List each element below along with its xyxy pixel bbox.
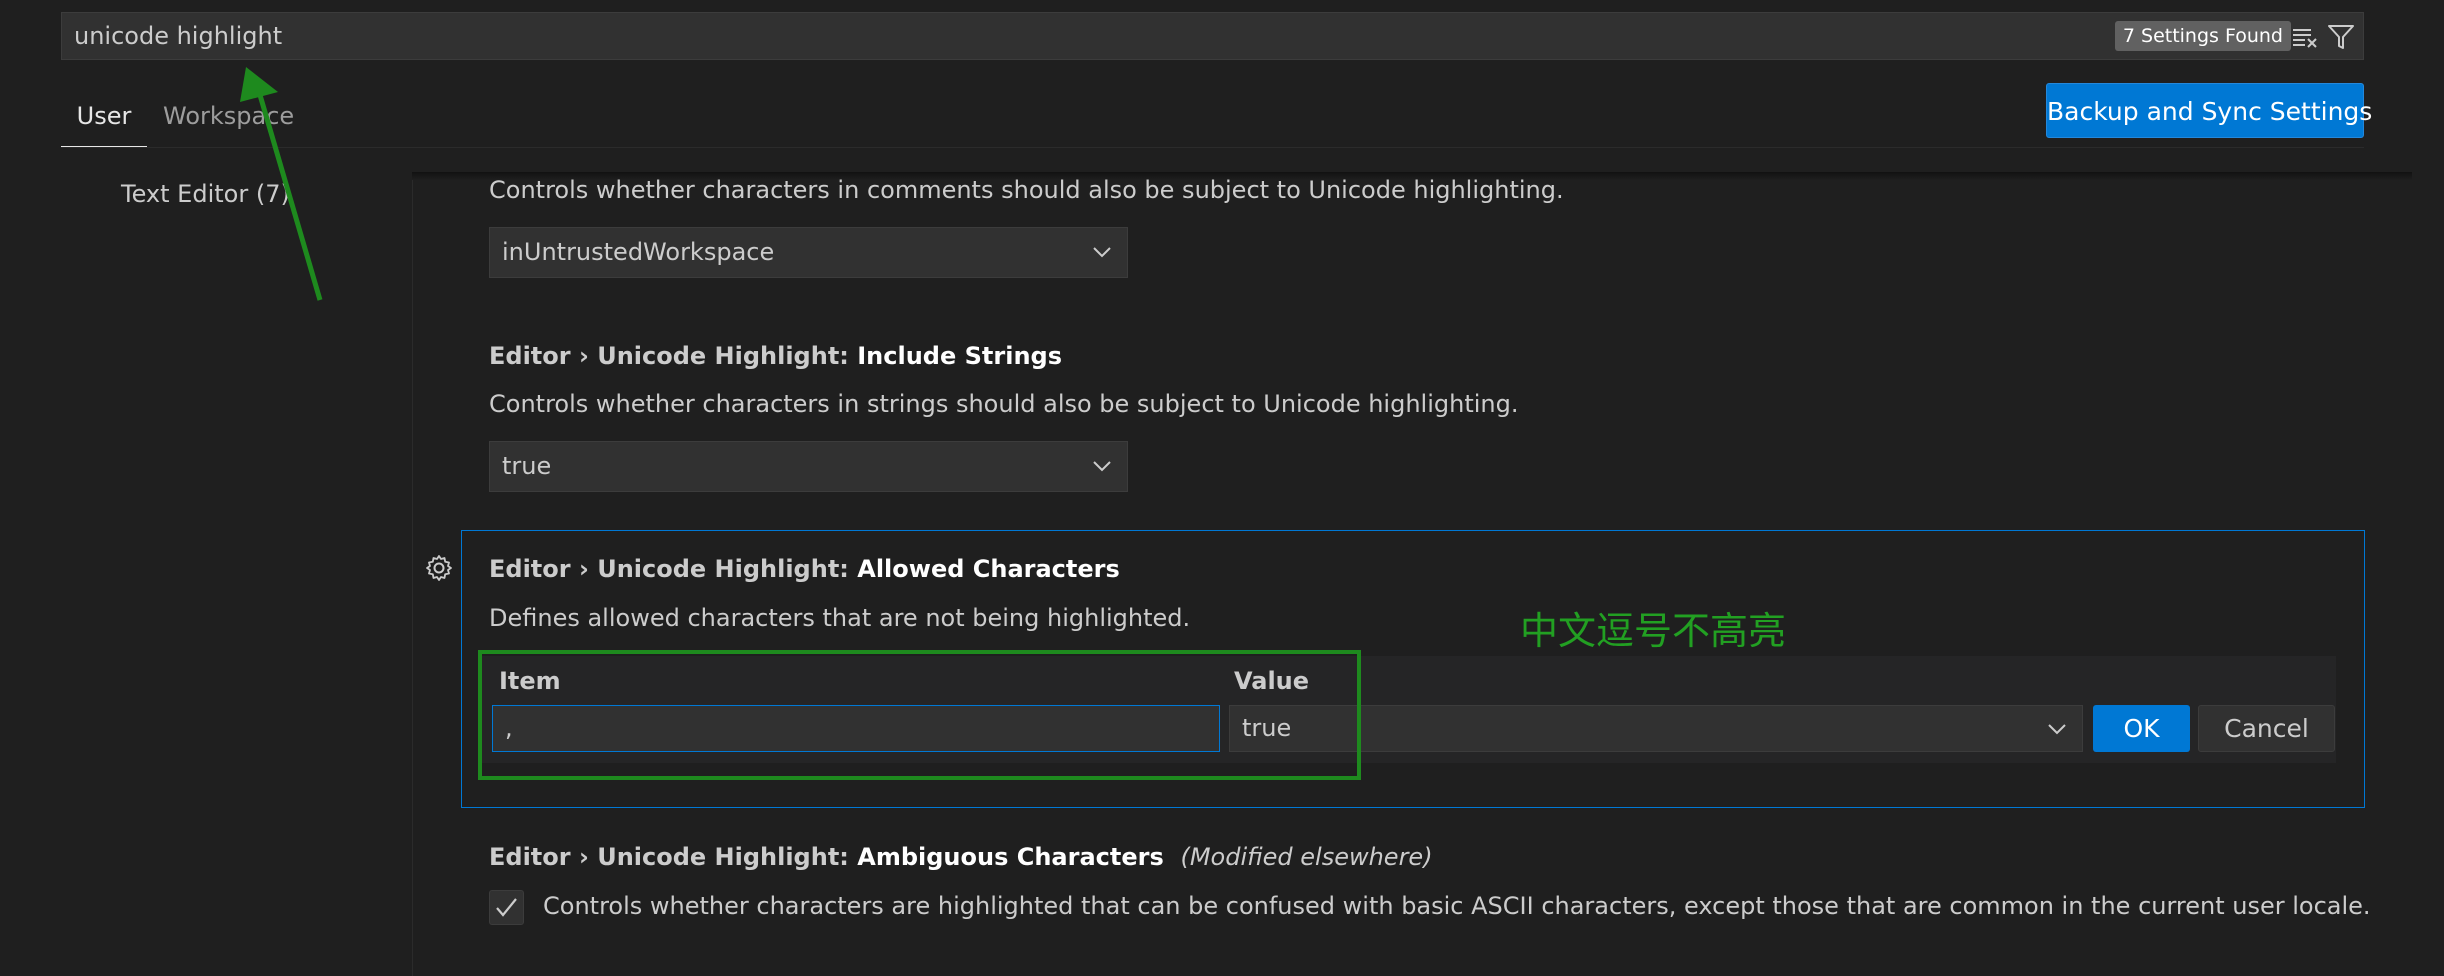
tabs-divider [61,147,2364,148]
cancel-button[interactable]: Cancel [2198,705,2335,752]
include-comments-select[interactable]: inUntrustedWorkspace [489,227,1128,278]
include-comments-description: Controls whether characters in comments … [489,176,1564,204]
include-comments-value: inUntrustedWorkspace [502,238,775,266]
ambiguous-characters-title: Editor › Unicode Highlight: Ambiguous Ch… [489,843,1433,871]
include-strings-description: Controls whether characters in strings s… [489,390,1519,418]
annotation-text: 中文逗号不高亮 [1520,609,1787,653]
tab-workspace[interactable]: Workspace [163,96,294,146]
include-strings-title: Editor › Unicode Highlight: Include Stri… [489,342,1062,370]
toc-item-text-editor[interactable]: Text Editor (7) [121,180,290,208]
include-strings-prefix: Editor › Unicode Highlight: [489,342,858,370]
include-strings-select[interactable]: true [489,441,1128,492]
search-input[interactable]: unicode highlight [74,13,282,59]
ambiguous-characters-description: Controls whether characters are highligh… [543,892,2371,920]
ambiguous-characters-name: Ambiguous Characters [857,843,1164,871]
allowed-characters-description: Defines allowed characters that are not … [489,604,1191,632]
chevron-down-icon [1093,247,1111,258]
results-count-badge: 7 Settings Found [2114,21,2291,51]
filter-icon[interactable] [2327,23,2355,51]
settings-search-bar[interactable]: unicode highlight 7 Settings Found [61,12,2364,60]
clear-filter-icon[interactable] [2291,24,2319,50]
gear-icon[interactable] [424,553,454,583]
toc-divider [412,180,413,976]
modified-elsewhere-link[interactable]: (Modified elsewhere) [1180,843,1432,871]
include-strings-value: true [502,452,552,480]
backup-sync-button[interactable]: Backup and Sync Settings [2046,83,2372,138]
allowed-characters-title: Editor › Unicode Highlight: Allowed Char… [489,555,1120,583]
chevron-down-icon [2048,724,2066,735]
include-strings-name: Include Strings [857,342,1062,370]
allowed-characters-name: Allowed Characters [857,555,1120,583]
check-icon [496,898,517,917]
allowed-characters-prefix: Editor › Unicode Highlight: [489,555,858,583]
chevron-down-icon [1093,461,1111,472]
ok-button[interactable]: OK [2093,705,2190,752]
ambiguous-characters-checkbox[interactable] [489,890,524,925]
annotation-highlight-box [478,650,1361,780]
tab-user[interactable]: User [61,96,147,148]
ambiguous-characters-prefix: Editor › Unicode Highlight: [489,843,858,871]
settings-editor: unicode highlight 7 Settings Found User … [0,0,2444,976]
